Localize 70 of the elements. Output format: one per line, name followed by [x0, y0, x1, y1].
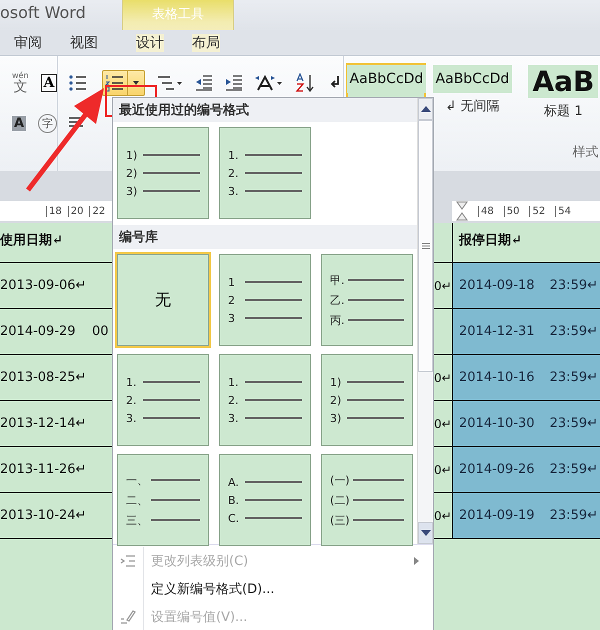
- numbering-format-tile[interactable]: 一、 二、 三、: [117, 454, 209, 546]
- table-cell: 2014-10-16: [459, 370, 535, 385]
- sort-icon[interactable]: [295, 73, 316, 93]
- window-title: osoft Word: [0, 3, 86, 24]
- table-cell: 2014-09-26: [459, 462, 535, 477]
- increase-indent-icon[interactable]: [225, 74, 244, 92]
- numbering-format-tile[interactable]: 甲. 乙. 丙.: [321, 254, 413, 346]
- ribbon-tab[interactable]: 布局: [192, 34, 220, 52]
- character-border-button[interactable]: A: [40, 74, 58, 92]
- table-cell-text: 2013-12-14↵: [0, 415, 88, 433]
- table-cell: 0↵: [434, 278, 452, 292]
- numbering-format-tile[interactable]: 1) 2) 3): [321, 354, 413, 446]
- numbering-format-tile[interactable]: 1) 2) 3): [117, 127, 209, 219]
- table-cell-text: 2014-09-29: [0, 323, 77, 341]
- caret-icon: [133, 81, 140, 85]
- table-cell: 2014-10-30: [459, 416, 535, 431]
- numbered-list-icon: [105, 74, 126, 92]
- style-gallery-item[interactable]: AaB 标题 1: [518, 63, 600, 127]
- table-cell-text: 2013-10-24↵: [0, 507, 88, 525]
- list-level-icon: [120, 555, 136, 567]
- ribbon-tab[interactable]: 视图: [70, 34, 98, 52]
- table-cell: 23:59↵: [550, 324, 598, 339]
- style-gallery-item[interactable]: AaBbCcDd ↲ 无间隔: [432, 63, 512, 127]
- group-label: 样式: [572, 144, 598, 161]
- indent-marker-icon[interactable]: [456, 201, 468, 221]
- table-cell: 00: [92, 324, 109, 339]
- numbering-format-tile[interactable]: 1. 2. 3.: [117, 354, 209, 446]
- table-cell: 0↵: [434, 462, 452, 476]
- numbering-button[interactable]: [102, 70, 146, 96]
- asian-layout-icon[interactable]: [255, 74, 284, 92]
- section-header: 编号库: [113, 225, 417, 249]
- table-cell: 2014-12-31: [459, 324, 535, 339]
- pen-icon: [120, 609, 136, 625]
- table-cell: 0↵: [434, 370, 452, 384]
- scroll-down-icon[interactable]: [420, 530, 430, 536]
- table-cell: 23:59↵: [550, 508, 598, 523]
- section-header: 最近使用过的编号格式: [113, 98, 417, 122]
- table-cell: 2014-09-19: [459, 508, 535, 523]
- table-cell: 23:59↵: [550, 462, 598, 477]
- multilevel-list-icon[interactable]: [157, 74, 184, 92]
- numbering-format-tile[interactable]: 无: [117, 254, 209, 346]
- table-cell-text: 2013-09-06↵: [0, 277, 88, 295]
- scroll-up-icon[interactable]: [420, 106, 430, 112]
- menu-item[interactable]: 定义新编号格式(D)...: [113, 575, 433, 603]
- numbering-format-tile[interactable]: (一) (二) (三): [321, 454, 413, 546]
- ribbon-tab[interactable]: 设计: [136, 34, 164, 52]
- enclose-characters-button[interactable]: 字: [38, 114, 58, 132]
- table-cell: 0↵: [434, 416, 452, 430]
- numbering-format-tile[interactable]: 1 2 3: [219, 254, 311, 346]
- table-cell: 23:59↵: [550, 416, 598, 431]
- ruler: 18 20 22: [0, 201, 112, 221]
- character-shading-button[interactable]: A: [12, 116, 26, 130]
- table-cell: 2014-09-18: [459, 278, 535, 293]
- decrease-indent-icon[interactable]: [195, 74, 214, 92]
- table-cell-text: 2013-08-25↵: [0, 369, 88, 387]
- table-cell: 0↵: [434, 508, 452, 522]
- numbering-format-tile[interactable]: 1. 2. 3.: [219, 127, 311, 219]
- ribbon-tab[interactable]: 审阅: [14, 34, 42, 52]
- table-cell: 23:59↵: [550, 278, 598, 293]
- table-cell-text: 2013-11-26↵: [0, 461, 88, 479]
- grip-icon[interactable]: [422, 243, 430, 249]
- submenu-arrow-icon: [414, 557, 419, 565]
- column-header: 报停日期↵: [452, 223, 600, 262]
- ruler: 48 50 52 54: [452, 201, 600, 221]
- scrollbar[interactable]: [417, 98, 433, 544]
- numbering-format-tile[interactable]: A. B. C.: [219, 454, 311, 546]
- numbering-format-tile[interactable]: 1. 2. 3.: [219, 354, 311, 446]
- table-cell: 23:59↵: [550, 370, 598, 385]
- column-header: 使用日期↵: [0, 232, 64, 250]
- phonetic-guide-button[interactable]: wén 文: [12, 72, 29, 94]
